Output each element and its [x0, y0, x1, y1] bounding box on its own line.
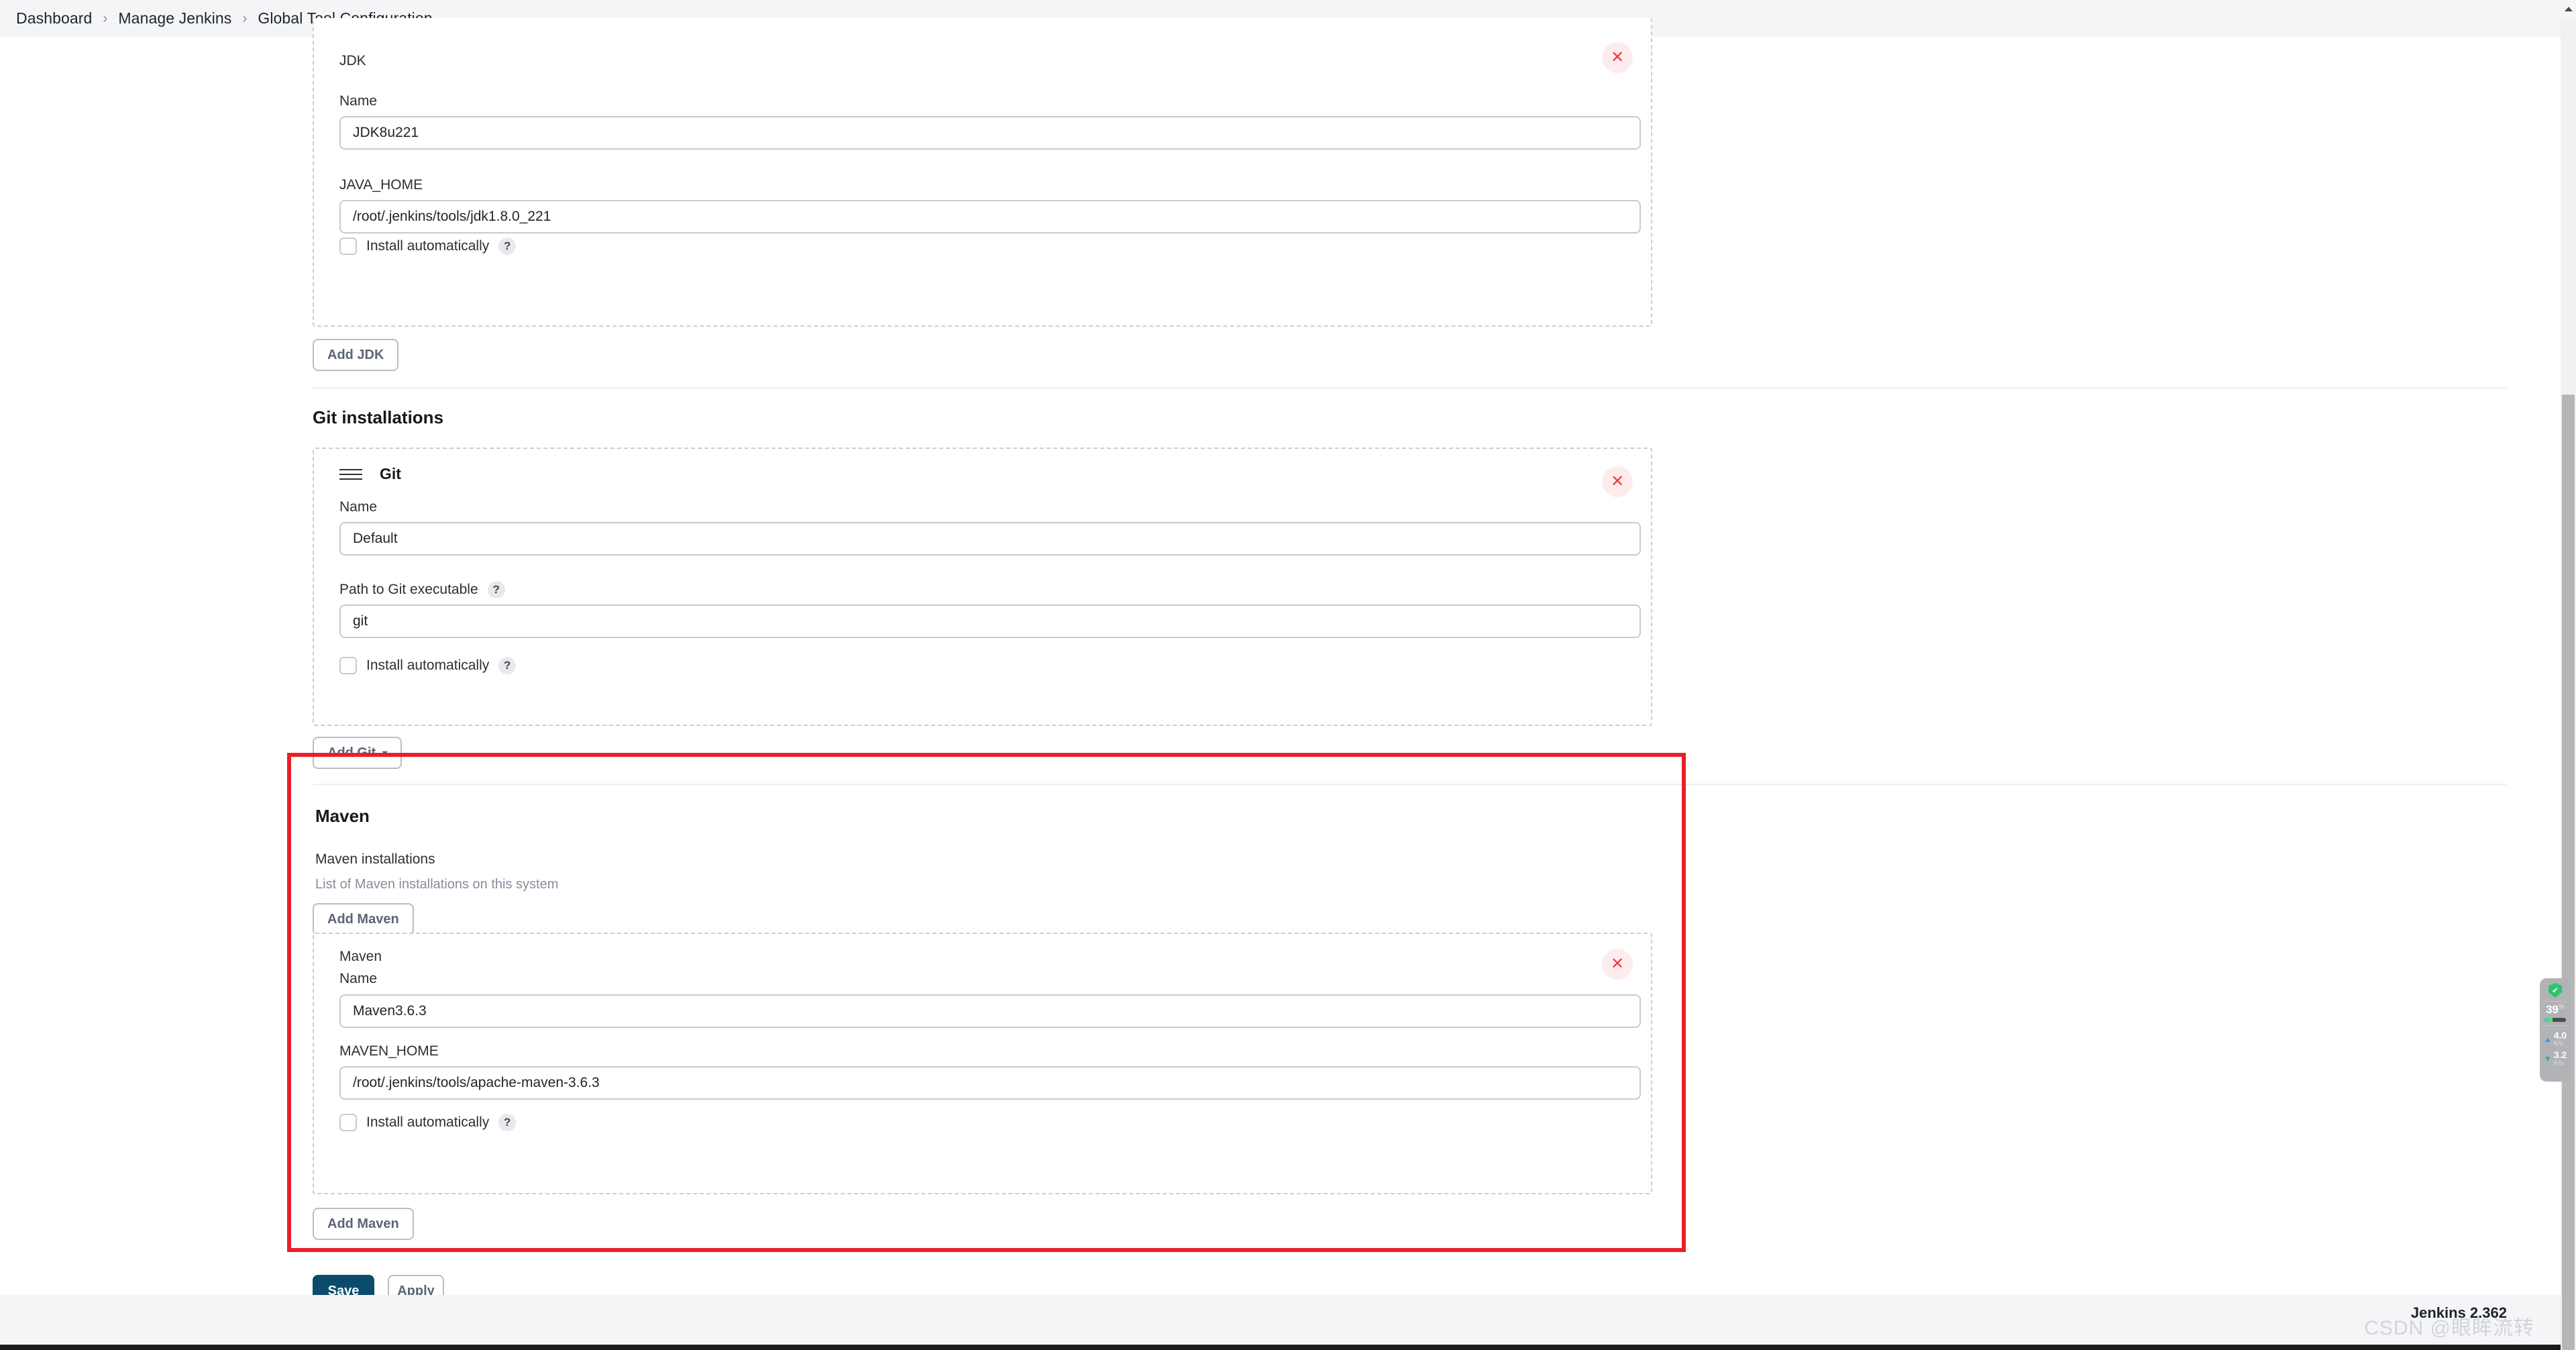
jdk-install-automatically-row: Install automatically ?: [339, 238, 517, 255]
git-path-label-row: Path to Git executable ?: [339, 581, 505, 599]
jdk-name-input[interactable]: JDK8u221: [339, 116, 1641, 150]
add-git-button[interactable]: Add Git ▾: [313, 737, 402, 769]
maven-install-automatically-checkbox[interactable]: [339, 1114, 357, 1131]
add-git-button-label: Add Git: [327, 745, 376, 760]
chevron-down-icon: ▾: [382, 747, 388, 758]
jenkins-global-tool-configuration-page: Dashboard › Manage Jenkins › Global Tool…: [0, 0, 2576, 1350]
breadcrumb-separator-icon: ›: [103, 10, 108, 26]
git-install-automatically-checkbox[interactable]: [339, 657, 357, 674]
git-install-automatically-label: Install automatically: [366, 658, 490, 673]
scrollbar-thumb[interactable]: [2562, 395, 2575, 1350]
breadcrumb-item-dashboard[interactable]: Dashboard: [16, 9, 92, 28]
breadcrumb-item-manage-jenkins[interactable]: Manage Jenkins: [118, 9, 231, 28]
scroll-up-arrow-icon[interactable]: [2561, 0, 2576, 17]
maven-name-label: Name: [339, 971, 378, 986]
add-maven-button-bottom[interactable]: Add Maven: [313, 1208, 414, 1240]
help-icon[interactable]: ?: [498, 657, 517, 674]
shield-check-icon: ✔: [2548, 983, 2562, 998]
git-installations-heading: Git installations: [313, 407, 444, 427]
maven-home-input[interactable]: /root/.jenkins/tools/apache-maven-3.6.3: [339, 1066, 1641, 1100]
section-divider: [313, 784, 2506, 785]
git-block-title: Git: [380, 465, 401, 482]
jdk-install-automatically-label: Install automatically: [366, 238, 490, 254]
system-monitor-widget[interactable]: ✔ 39% ▲ 4.0 K/s ▼ 3.2 K/s: [2540, 978, 2571, 1082]
download-speed-row: ▼ 3.2 K/s: [2544, 1050, 2567, 1067]
maven-install-automatically-row: Install automatically ?: [339, 1114, 517, 1131]
maven-install-automatically-label: Install automatically: [366, 1114, 490, 1130]
jdk-installation-block: JDK Name JDK8u221 JAVA_HOME /root/.jenki…: [313, 18, 1652, 327]
cpu-usage-bar: [2544, 1018, 2566, 1022]
jdk-install-automatically-checkbox[interactable]: [339, 238, 357, 255]
download-speed-value: 3.2: [2553, 1049, 2567, 1061]
git-delete-button[interactable]: ✕: [1602, 466, 1633, 497]
download-speed-unit: K/s: [2553, 1059, 2564, 1067]
help-icon[interactable]: ?: [487, 581, 505, 599]
help-icon[interactable]: ?: [498, 1114, 517, 1131]
jdk-name-label: Name: [339, 93, 378, 109]
csdn-watermark: CSDN @眼眸流转: [2364, 1317, 2534, 1339]
git-name-label: Name: [339, 499, 378, 515]
git-name-input[interactable]: Default: [339, 522, 1641, 556]
upload-speed-unit: K/s: [2553, 1039, 2564, 1047]
percent-sign: %: [2559, 1003, 2565, 1011]
upload-speed-row: ▲ 4.0 K/s: [2544, 1031, 2567, 1047]
page-footer: Jenkins 2.362: [0, 1295, 2561, 1345]
download-arrow-icon: ▼: [2543, 1053, 2552, 1063]
maven-installation-block: Maven Name Maven3.6.3 MAVEN_HOME /root/.…: [313, 933, 1652, 1194]
monitor-divider: [2543, 1001, 2567, 1002]
cpu-usage-number: 39: [2546, 1003, 2559, 1016]
bottom-rule: [0, 1345, 2576, 1350]
jdk-block-title: JDK: [339, 53, 366, 68]
help-icon[interactable]: ?: [498, 238, 517, 255]
maven-name-input[interactable]: Maven3.6.3: [339, 994, 1641, 1028]
upload-arrow-icon: ▲: [2543, 1034, 2552, 1044]
git-path-input[interactable]: git: [339, 605, 1641, 638]
maven-heading: Maven: [315, 806, 370, 826]
maven-installations-description: List of Maven installations on this syst…: [315, 877, 559, 892]
maven-block-title: Maven: [339, 949, 382, 964]
git-path-label: Path to Git executable: [339, 582, 478, 597]
vertical-scrollbar[interactable]: [2561, 0, 2576, 1350]
add-jdk-button[interactable]: Add JDK: [313, 339, 399, 371]
jdk-delete-button[interactable]: ✕: [1602, 42, 1633, 73]
monitor-divider: [2543, 1025, 2567, 1026]
maven-delete-button[interactable]: ✕: [1602, 949, 1633, 980]
git-install-automatically-row: Install automatically ?: [339, 657, 517, 674]
configuration-form: JDK Name JDK8u221 JAVA_HOME /root/.jenki…: [0, 18, 2561, 1307]
jdk-java-home-label: JAVA_HOME: [339, 177, 423, 193]
upload-speed-value: 4.0: [2553, 1030, 2567, 1041]
section-divider: [313, 387, 2506, 388]
maven-installations-label: Maven installations: [315, 851, 435, 867]
breadcrumb-separator-icon: ›: [242, 10, 248, 26]
add-maven-button-top[interactable]: Add Maven: [313, 903, 414, 935]
jdk-java-home-input[interactable]: /root/.jenkins/tools/jdk1.8.0_221: [339, 200, 1641, 233]
git-installation-block: Git Name Default Path to Git executable …: [313, 448, 1652, 726]
maven-home-label: MAVEN_HOME: [339, 1043, 439, 1059]
cpu-usage-value: 39%: [2546, 1004, 2565, 1015]
drag-handle-icon[interactable]: [339, 466, 362, 482]
